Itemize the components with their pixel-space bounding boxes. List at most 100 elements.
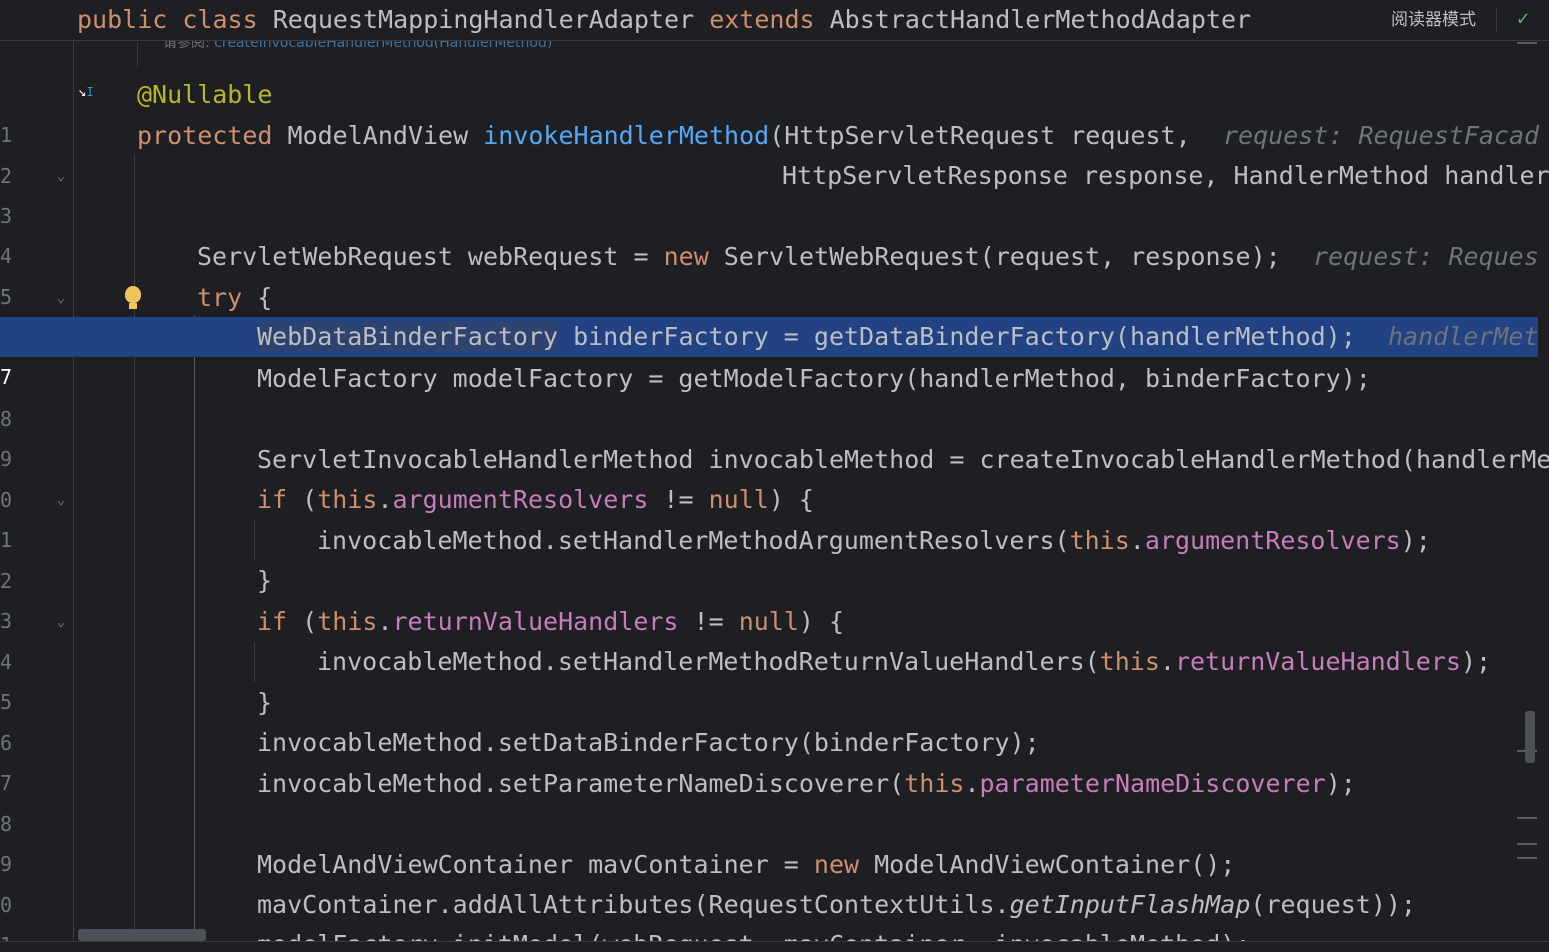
code-line[interactable]: 0 ServletInvocableHandlerMethod invocabl…	[0, 440, 1549, 512]
statement: invocableMethod.setParameterNameDiscover…	[257, 764, 1356, 804]
statement: ModelFactory modelFactory = getModelFact…	[257, 364, 1371, 393]
code-line[interactable]: 3 ⌄ HttpServletResponse response, Handle…	[0, 156, 1549, 228]
code-text: .	[377, 485, 393, 514]
code-text: .	[964, 769, 980, 798]
parameters: (HttpServletRequest request,	[769, 121, 1191, 150]
code-line[interactable]: 4	[0, 196, 1538, 268]
error-stripe-mark[interactable]	[1517, 42, 1537, 44]
parameters: HttpServletResponse response, HandlerMet…	[782, 161, 1549, 190]
keyword: public	[77, 5, 168, 34]
statement: invocableMethod.setHandlerMethodArgument…	[317, 521, 1431, 561]
code-line[interactable]: 1 ⌄ if (this.argumentResolvers != null) …	[0, 480, 1538, 552]
chevron-down-icon[interactable]: ⌄	[53, 614, 69, 630]
code-line[interactable]: 6 ⌄ try {	[0, 278, 1538, 350]
field-reference: argumentResolvers	[1144, 526, 1401, 555]
code-line[interactable]: 1 mavContainer.addAllAttributes(RequestC…	[0, 885, 1538, 952]
statement: if (this.argumentResolvers != null) {	[257, 480, 814, 520]
error-stripe-mark[interactable]	[1517, 843, 1537, 845]
statement: ServletWebRequest webRequest = new Servl…	[197, 237, 1281, 277]
keyword: null	[738, 607, 799, 636]
static-method-call: getInputFlashMap	[1009, 890, 1251, 919]
keyword: this	[317, 607, 378, 636]
separator	[1496, 8, 1497, 32]
code-text: !=	[678, 607, 739, 636]
chevron-down-icon[interactable]: ⌄	[53, 168, 69, 184]
horizontal-scroll-track[interactable]	[0, 941, 1549, 952]
code-text: binderFactory = getDataBinderFactory(han…	[558, 322, 1356, 351]
check-icon[interactable]: ✓	[1517, 6, 1529, 30]
code-text: .	[1129, 526, 1145, 555]
code-text: ModelAndViewContainer mavContainer =	[257, 850, 814, 879]
statement: invocableMethod.setDataBinderFactory(bin…	[257, 728, 1040, 757]
code-text: ) {	[798, 607, 845, 636]
error-stripe-mark[interactable]	[1517, 857, 1537, 859]
return-type: ModelAndView	[287, 121, 469, 150]
code-line[interactable]: 3 }	[0, 561, 1538, 633]
annotation: @Nullable	[137, 80, 273, 109]
code-text: ) {	[768, 485, 814, 514]
lightbulb-icon[interactable]	[122, 286, 144, 312]
statement: }	[257, 566, 273, 595]
horizontal-scrollbar[interactable]	[78, 929, 206, 941]
keyword: class	[182, 5, 258, 34]
error-stripe-mark[interactable]	[1517, 817, 1537, 819]
code-line[interactable]: 5 invocableMethod.setHandlerMethodReturn…	[0, 642, 1538, 714]
keyword: this	[317, 485, 378, 514]
code-text: );	[1400, 526, 1431, 555]
code-line[interactable]: 8 invocableMethod.setParameterNameDiscov…	[0, 764, 1538, 836]
keyword: this	[1099, 647, 1160, 676]
chevron-down-icon[interactable]: ⌄	[53, 290, 69, 306]
statement: mavContainer.addAllAttributes(RequestCon…	[257, 885, 1416, 925]
field-reference: argumentResolvers	[392, 485, 649, 514]
code-line[interactable]: 5 ServletWebRequest webRequest = new Ser…	[0, 237, 1539, 309]
field-reference: returnValueHandlers	[1174, 647, 1461, 676]
code-text: );	[1460, 647, 1492, 676]
field-reference: parameterNameDiscoverer	[979, 769, 1326, 798]
method-signature: protected ModelAndView invokeHandlerMeth…	[137, 116, 1191, 156]
code-line[interactable]: 6 }	[0, 683, 1538, 755]
keyword: try	[197, 283, 243, 312]
sticky-class-header[interactable]: public class RequestMappingHandlerAdapte…	[0, 0, 1549, 41]
class-declaration: public class RequestMappingHandlerAdapte…	[77, 0, 1251, 40]
statement: invocableMethod.setHandlerMethodReturnVa…	[317, 642, 1491, 682]
keyword: new	[663, 242, 709, 271]
code-text: .	[377, 607, 393, 636]
statement: }	[257, 688, 273, 717]
keyword: this	[1069, 526, 1130, 555]
code-text: invocableMethod.setHandlerMethodReturnVa…	[317, 647, 1100, 676]
code-line[interactable]: 1 @Nullable	[0, 75, 1538, 147]
inlay-hint: request: RequestFacad	[1223, 121, 1540, 150]
code-line[interactable]: 7 invocableMethod.setDataBinderFactory(b…	[0, 723, 1538, 795]
code-editor[interactable]: public class RequestMappingHandlerAdapte…	[0, 0, 1549, 952]
selected-type[interactable]: WebDataBinderFactory	[257, 322, 559, 351]
keyword: protected	[137, 121, 273, 150]
code-line[interactable]: 2 protected ModelAndView invokeHandlerMe…	[0, 116, 1540, 188]
code-line[interactable]: 8 ModelFactory modelFactory = getModelFa…	[0, 359, 1538, 431]
code-line[interactable]: 9	[0, 804, 1538, 876]
code-text: !=	[648, 485, 709, 514]
code-line[interactable]: 9	[0, 399, 1538, 471]
current-code-line[interactable]: 7 WebDataBinderFactory binderFactory = g…	[0, 317, 1539, 389]
keyword: if	[257, 607, 288, 636]
inlay-hint: request: Reques	[1313, 242, 1539, 271]
code-text: (	[287, 485, 318, 514]
statement: try {	[197, 278, 272, 318]
statement: ModelAndViewContainer mavContainer = new…	[257, 845, 1235, 885]
code-line[interactable]: 0 ModelAndViewContainer mavContainer = n…	[0, 845, 1538, 917]
code-text: ServletWebRequest webRequest =	[197, 242, 664, 271]
statement: WebDataBinderFactory binderFactory = get…	[257, 317, 1356, 357]
code-line[interactable]: 2 invocableMethod.setHandlerMethodArgume…	[0, 521, 1538, 593]
reader-mode-button[interactable]: 阅读器模式	[1391, 0, 1476, 40]
keyword: null	[708, 485, 769, 514]
chevron-down-icon[interactable]: ⌄	[53, 492, 69, 508]
code-line[interactable]: 4 ⌄ if (this.returnValueHandlers != null…	[0, 602, 1538, 674]
keyword: if	[257, 485, 288, 514]
vertical-scrollbar[interactable]	[1525, 711, 1535, 763]
code-text: .	[1159, 647, 1175, 676]
code-text: invocableMethod.setHandlerMethodArgument…	[317, 526, 1070, 555]
code-text: ModelAndViewContainer();	[859, 850, 1236, 879]
method-name: invokeHandlerMethod	[483, 121, 770, 150]
code-text: {	[242, 283, 273, 312]
keyword: new	[813, 850, 860, 879]
keyword: this	[904, 769, 965, 798]
